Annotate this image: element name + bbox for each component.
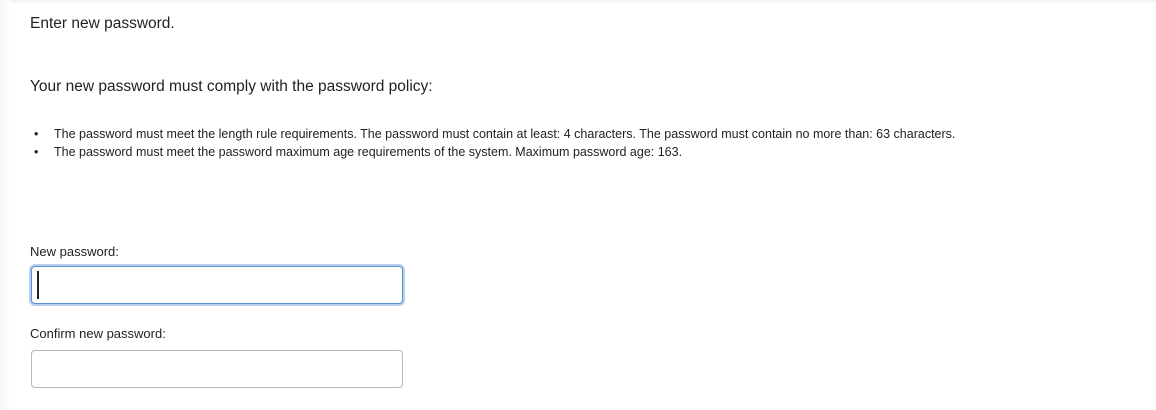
page-heading: Enter new password. <box>30 15 175 32</box>
new-password-label: New password: <box>30 244 119 259</box>
top-edge-shadow <box>0 0 1156 4</box>
policy-rule-max-age: • The password must meet the password ma… <box>34 143 1150 161</box>
confirm-password-label: Confirm new password: <box>30 326 166 341</box>
policy-rule-length: • The password must meet the length rule… <box>34 125 1150 143</box>
bullet-icon: • <box>34 127 39 141</box>
left-edge-shadow <box>0 0 10 410</box>
password-change-page: Enter new password. Your new password mu… <box>0 0 1156 410</box>
confirm-password-input[interactable] <box>31 350 403 388</box>
policy-intro-text: Your new password must comply with the p… <box>30 78 433 95</box>
policy-rule-text: The password must meet the password maxi… <box>54 145 683 159</box>
policy-rule-text: The password must meet the length rule r… <box>54 127 956 141</box>
policy-rules-list: • The password must meet the length rule… <box>30 125 1150 161</box>
bullet-icon: • <box>34 145 39 159</box>
new-password-input[interactable] <box>31 266 403 304</box>
text-caret <box>37 271 39 299</box>
